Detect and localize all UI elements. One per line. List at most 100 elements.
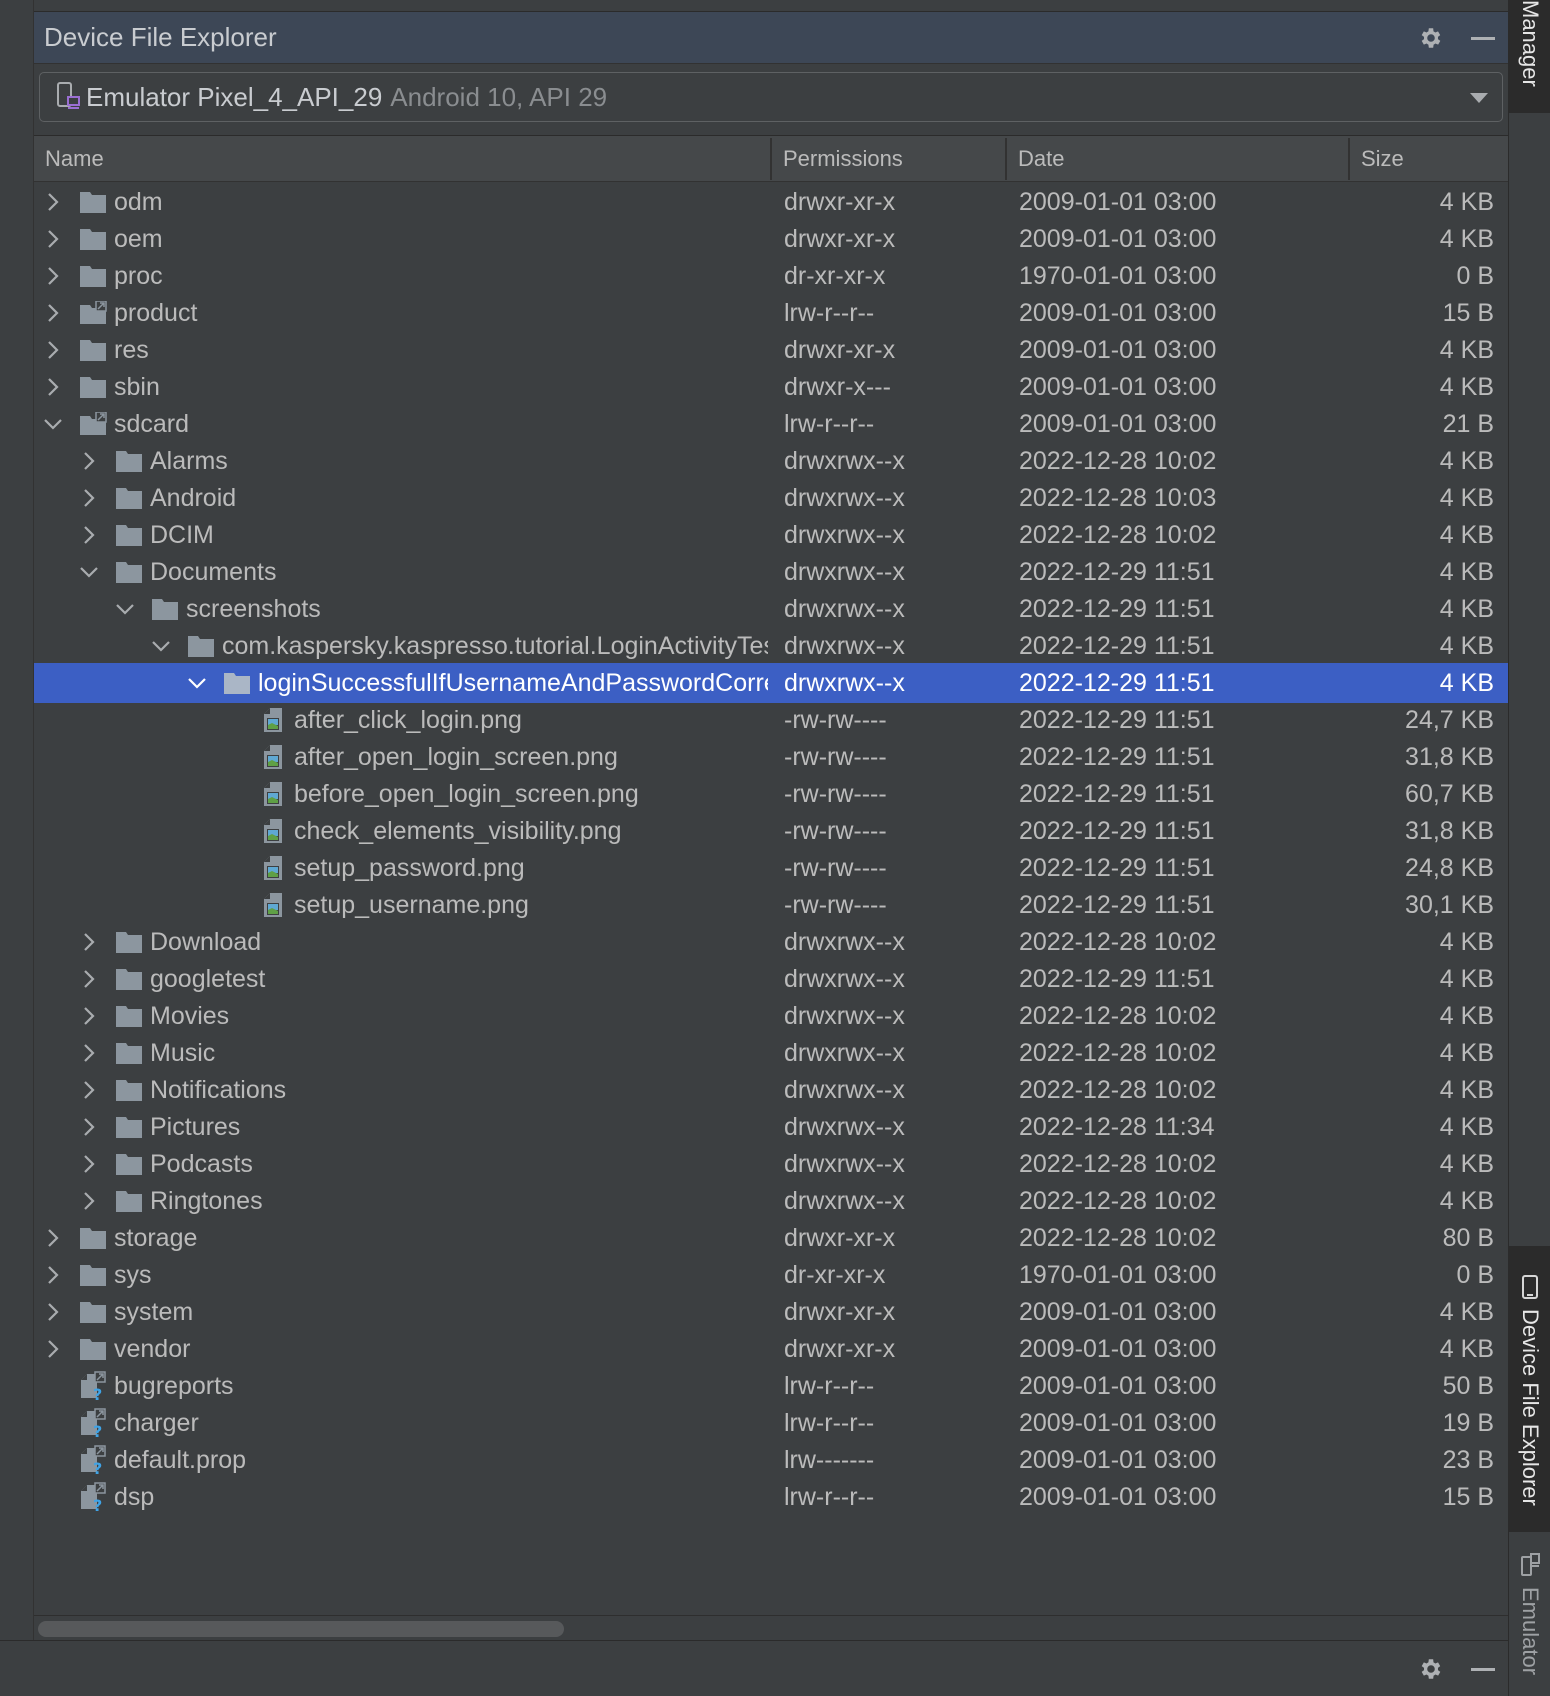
chevron-right-icon[interactable] bbox=[78, 515, 100, 555]
table-row[interactable]: setup_username.png -rw-rw---- 2022-12-29 1… bbox=[34, 885, 1508, 925]
size-cell: 4 KB bbox=[1439, 1039, 1494, 1067]
name-cell: proc bbox=[34, 256, 768, 296]
horizontal-scrollbar[interactable] bbox=[34, 1615, 1508, 1640]
permissions-cell: drwxrwx--x bbox=[784, 595, 905, 623]
chevron-right-icon[interactable] bbox=[42, 1329, 64, 1369]
table-row[interactable]: Download drwxrwx--x 2022-12-28 10:02 4 KB bbox=[34, 922, 1508, 962]
table-row[interactable]: Android drwxrwx--x 2022-12-28 10:03 4 KB bbox=[34, 478, 1508, 518]
chevron-right-icon[interactable] bbox=[42, 182, 64, 222]
chevron-right-icon[interactable] bbox=[78, 1107, 100, 1147]
table-row[interactable]: oem drwxr-xr-x 2009-01-01 03:00 4 KB bbox=[34, 219, 1508, 259]
date-cell: 2022-12-29 11:51 bbox=[1019, 595, 1215, 623]
chevron-right-icon[interactable] bbox=[78, 1181, 100, 1221]
chevron-right-icon[interactable] bbox=[42, 330, 64, 370]
table-row[interactable]: Ringtones drwxrwx--x 2022-12-28 10:02 4 KB bbox=[34, 1181, 1508, 1221]
column-header-name[interactable]: Name bbox=[34, 136, 770, 182]
table-row[interactable]: after_open_login_screen.png -rw-rw---- 202… bbox=[34, 737, 1508, 777]
minimize-icon[interactable] bbox=[1470, 1656, 1496, 1682]
table-row[interactable]: googletest drwxrwx--x 2022-12-29 11:51 4 KB bbox=[34, 959, 1508, 999]
chevron-down-icon[interactable] bbox=[42, 404, 64, 444]
scrollbar-thumb[interactable] bbox=[38, 1621, 564, 1637]
table-row[interactable]: sbin drwxr-x--- 2009-01-01 03:00 4 KB bbox=[34, 367, 1508, 407]
table-row[interactable]: Movies drwxrwx--x 2022-12-28 10:02 4 KB bbox=[34, 996, 1508, 1036]
chevron-down-icon[interactable] bbox=[150, 626, 172, 666]
date-cell: 1970-01-01 03:00 bbox=[1019, 262, 1217, 290]
chevron-down-icon[interactable] bbox=[186, 663, 208, 703]
table-row[interactable]: proc dr-xr-xr-x 1970-01-01 03:00 0 B bbox=[34, 256, 1508, 296]
gear-icon[interactable] bbox=[1418, 1656, 1444, 1682]
side-tab-emulator[interactable]: Emulator bbox=[1509, 1532, 1550, 1696]
date-cell: 2022-12-28 10:02 bbox=[1019, 1002, 1217, 1030]
date-cell: 2009-01-01 03:00 bbox=[1019, 225, 1217, 253]
column-header-permissions[interactable]: Permissions bbox=[770, 138, 1005, 180]
chevron-right-icon[interactable] bbox=[42, 1292, 64, 1332]
table-row[interactable]: loginSuccessfulIfUsernameAndPasswordCorr… bbox=[34, 663, 1508, 703]
file-name: sys bbox=[114, 1261, 152, 1289]
chevron-right-icon[interactable] bbox=[78, 959, 100, 999]
table-row[interactable]: Notifications drwxrwx--x 2022-12-28 10:02 4… bbox=[34, 1070, 1508, 1110]
chevron-down-icon[interactable] bbox=[78, 552, 100, 592]
chevron-right-icon[interactable] bbox=[78, 1033, 100, 1073]
table-row[interactable]: check_elements_visibility.png -rw-rw---- 2… bbox=[34, 811, 1508, 851]
name-cell: DCIM bbox=[34, 515, 768, 555]
table-row[interactable]: Podcasts drwxrwx--x 2022-12-28 10:02 4 KB bbox=[34, 1144, 1508, 1184]
side-tab-device-file-explorer[interactable]: Device File Explorer bbox=[1509, 1246, 1550, 1532]
table-row[interactable]: Documents drwxrwx--x 2022-12-29 11:51 4 KB bbox=[34, 552, 1508, 592]
size-cell: 21 B bbox=[1442, 410, 1494, 438]
chevron-right-icon[interactable] bbox=[42, 256, 64, 296]
table-row[interactable]: sys dr-xr-xr-x 1970-01-01 03:00 0 B bbox=[34, 1255, 1508, 1295]
table-row[interactable]: ? bugreports lrw-r--r-- 2009-01-01 03:00 50 … bbox=[34, 1366, 1508, 1406]
permissions-cell: lrw-r--r-- bbox=[784, 410, 875, 438]
side-tab-manager[interactable]: Manager bbox=[1509, 0, 1550, 113]
chevron-down-icon[interactable] bbox=[114, 589, 136, 629]
chevron-right-icon[interactable] bbox=[42, 367, 64, 407]
column-header-size[interactable]: Size bbox=[1348, 138, 1508, 180]
size-cell: 4 KB bbox=[1439, 1076, 1494, 1104]
chevron-right-icon[interactable] bbox=[78, 441, 100, 481]
column-header-date[interactable]: Date bbox=[1005, 138, 1348, 180]
svg-text:?: ? bbox=[93, 1459, 102, 1475]
table-row[interactable]: ? charger lrw-r--r-- 2009-01-01 03:00 19 B bbox=[34, 1403, 1508, 1443]
file-name: Download bbox=[150, 928, 262, 956]
table-row[interactable]: after_click_login.png -rw-rw---- 2022-12-2… bbox=[34, 700, 1508, 740]
gear-icon[interactable] bbox=[1418, 25, 1444, 51]
chevron-right-icon[interactable] bbox=[78, 1144, 100, 1184]
permissions-cell: drwxr-xr-x bbox=[784, 1224, 896, 1252]
chevron-right-icon[interactable] bbox=[42, 219, 64, 259]
table-row[interactable]: vendor drwxr-xr-x 2009-01-01 03:00 4 KB bbox=[34, 1329, 1508, 1369]
size-cell: 19 B bbox=[1442, 1409, 1494, 1437]
chevron-right-icon[interactable] bbox=[78, 922, 100, 962]
folder-icon bbox=[114, 1181, 144, 1221]
folder-icon bbox=[78, 182, 108, 222]
table-row[interactable]: Music drwxrwx--x 2022-12-28 10:02 4 KB bbox=[34, 1033, 1508, 1073]
table-row[interactable]: before_open_login_screen.png -rw-rw---- 20… bbox=[34, 774, 1508, 814]
table-row[interactable]: storage drwxr-xr-x 2022-12-28 10:02 80 B bbox=[34, 1218, 1508, 1258]
minimize-icon[interactable] bbox=[1470, 25, 1496, 51]
chevron-right-icon[interactable] bbox=[78, 478, 100, 518]
name-cell: after_click_login.png bbox=[34, 700, 768, 740]
table-row[interactable]: product lrw-r--r-- 2009-01-01 03:00 15 B bbox=[34, 293, 1508, 333]
folder-icon bbox=[114, 1107, 144, 1147]
chevron-right-icon[interactable] bbox=[78, 996, 100, 1036]
table-row[interactable]: screenshots drwxrwx--x 2022-12-29 11:51 4 K… bbox=[34, 589, 1508, 629]
table-row[interactable]: Alarms drwxrwx--x 2022-12-28 10:02 4 KB bbox=[34, 441, 1508, 481]
table-row[interactable]: Pictures drwxrwx--x 2022-12-28 11:34 4 KB bbox=[34, 1107, 1508, 1147]
name-cell: check_elements_visibility.png bbox=[34, 811, 768, 851]
chevron-right-icon[interactable] bbox=[42, 293, 64, 333]
table-row[interactable]: ? default.prop lrw------- 2009-01-01 03:00 2… bbox=[34, 1440, 1508, 1480]
table-row[interactable]: res drwxr-xr-x 2009-01-01 03:00 4 KB bbox=[34, 330, 1508, 370]
side-tab-manager-label: Manager bbox=[1518, 0, 1543, 87]
chevron-right-icon[interactable] bbox=[42, 1218, 64, 1258]
folder-icon bbox=[78, 1218, 108, 1258]
table-row[interactable]: com.kaspersky.kaspresso.tutorial.LoginAc… bbox=[34, 626, 1508, 666]
table-row[interactable]: system drwxr-xr-x 2009-01-01 03:00 4 KB bbox=[34, 1292, 1508, 1332]
date-cell: 2022-12-28 10:02 bbox=[1019, 1039, 1217, 1067]
chevron-right-icon[interactable] bbox=[78, 1070, 100, 1110]
table-row[interactable]: sdcard lrw-r--r-- 2009-01-01 03:00 21 B bbox=[34, 404, 1508, 444]
table-row[interactable]: setup_password.png -rw-rw---- 2022-12-29 1… bbox=[34, 848, 1508, 888]
chevron-right-icon[interactable] bbox=[42, 1255, 64, 1295]
table-row[interactable]: DCIM drwxrwx--x 2022-12-28 10:02 4 KB bbox=[34, 515, 1508, 555]
table-row[interactable]: odm drwxr-xr-x 2009-01-01 03:00 4 KB bbox=[34, 182, 1508, 222]
table-row[interactable]: ? dsp lrw-r--r-- 2009-01-01 03:00 15 B bbox=[34, 1477, 1508, 1517]
device-selector-dropdown[interactable]: Emulator Pixel_4_API_29 Android 10, API … bbox=[39, 72, 1503, 122]
